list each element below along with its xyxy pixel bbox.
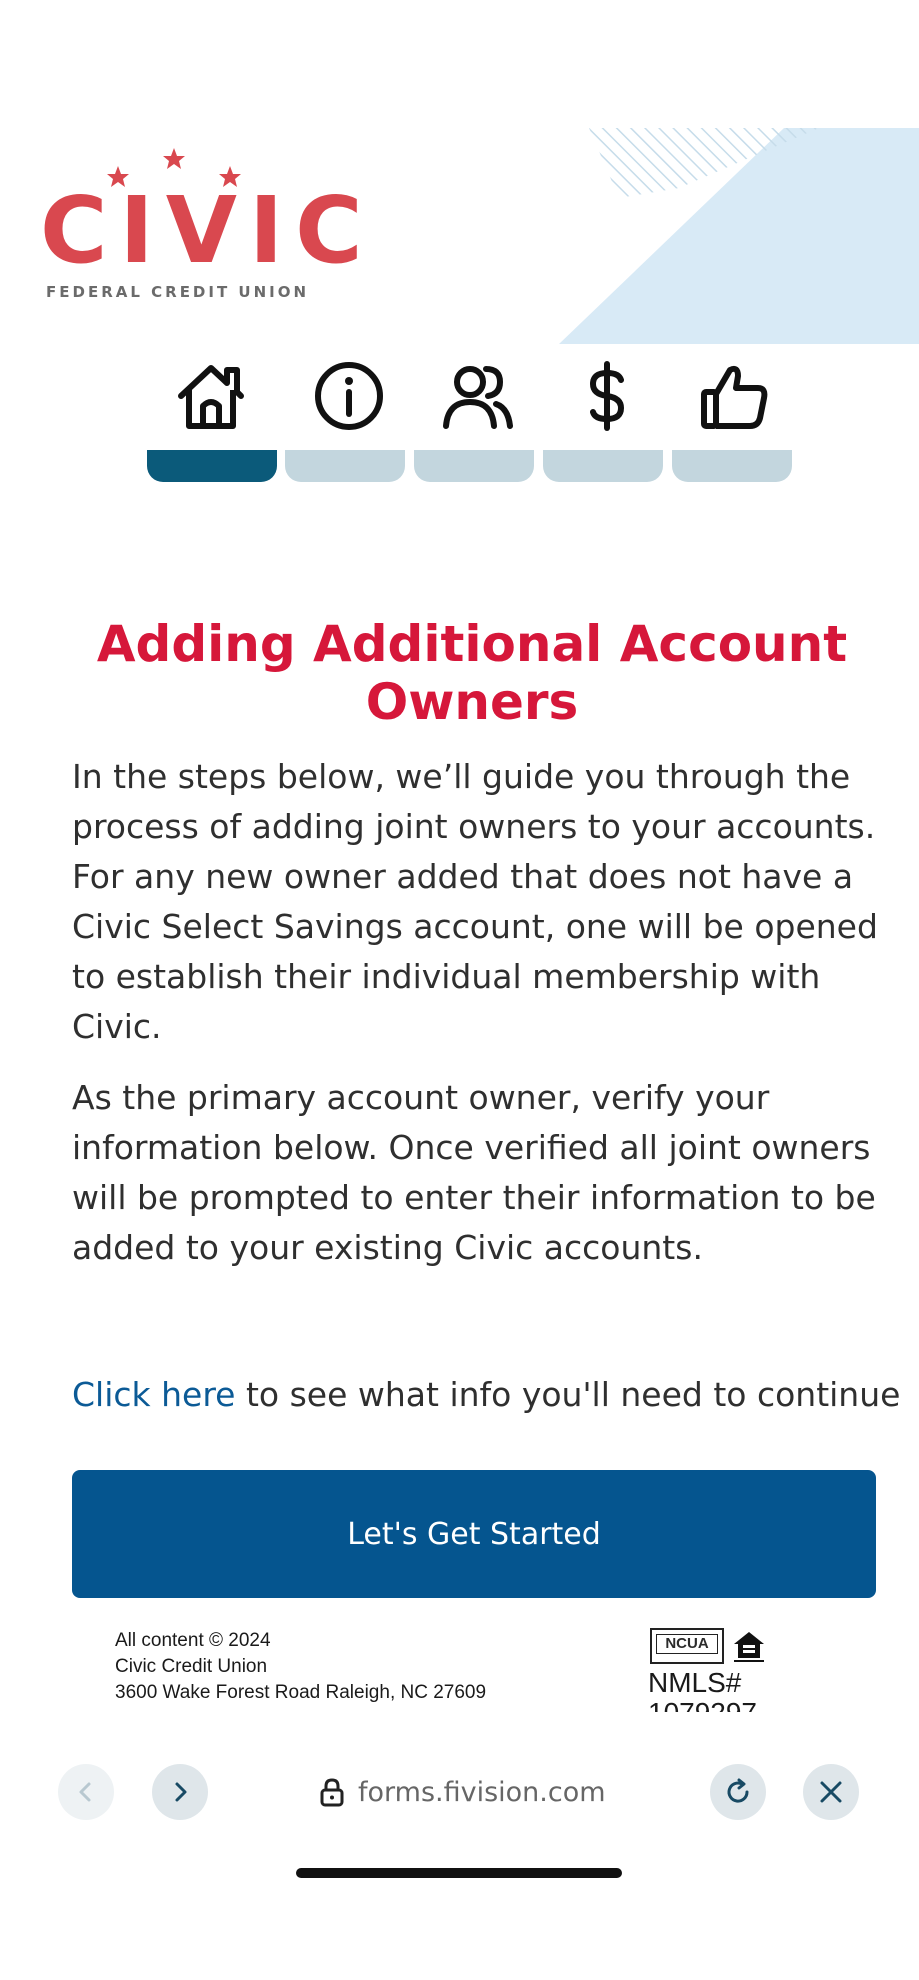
- equal-housing-icon: [734, 1632, 764, 1662]
- info-icon: [315, 362, 383, 430]
- info-line-text: to see what info you'll need to continue: [235, 1375, 901, 1414]
- step-owners[interactable]: [414, 360, 534, 482]
- step-confirm[interactable]: [672, 360, 792, 482]
- copyright-text: All content © 2024: [115, 1630, 271, 1651]
- logo-wordmark: CIVIC: [40, 177, 375, 284]
- address-text: 3600 Wake Forest Road Raleigh, NC 27609: [115, 1682, 487, 1703]
- home-indicator[interactable]: [296, 1868, 622, 1878]
- step-indicator-bar: [147, 450, 277, 482]
- logo-subtitle: FEDERAL CREDIT UNION: [46, 283, 310, 301]
- url-text: forms.fivision.com: [358, 1776, 606, 1808]
- step-indicator-bar: [543, 450, 663, 482]
- get-started-button[interactable]: Let's Get Started: [72, 1470, 876, 1598]
- close-icon: [820, 1781, 842, 1803]
- lock-icon: [320, 1778, 344, 1807]
- page-title: Adding Additional Account Owners: [96, 615, 848, 731]
- verify-paragraph: As the primary account owner, verify you…: [72, 1078, 876, 1267]
- forward-button[interactable]: [152, 1764, 208, 1820]
- reload-button[interactable]: [710, 1764, 766, 1820]
- footer-info: All content © 2024 Civic Credit Union 36…: [115, 1628, 486, 1706]
- browser-toolbar: [0, 1712, 919, 1980]
- step-indicator-bar: [414, 450, 534, 482]
- ncua-label: NCUA: [656, 1634, 718, 1654]
- back-button[interactable]: [58, 1764, 114, 1820]
- ncua-badge: NCUA: [650, 1628, 724, 1664]
- thumbs-up-icon: [701, 365, 768, 429]
- step-indicator-bar: [285, 450, 405, 482]
- chevron-right-icon: [175, 1782, 187, 1802]
- info-line: Click here to see what info you'll need …: [72, 1370, 902, 1420]
- url-bar[interactable]: forms.fivision.com: [320, 1772, 606, 1812]
- home-icon: [178, 365, 244, 429]
- step-home[interactable]: [147, 360, 277, 482]
- users-icon: [443, 366, 513, 429]
- banner-decoration: [559, 128, 919, 344]
- click-here-link[interactable]: Click here: [72, 1375, 236, 1414]
- chevron-left-icon: [79, 1782, 91, 1802]
- step-indicator-bar: [672, 450, 792, 482]
- close-button[interactable]: [803, 1764, 859, 1820]
- page-header: CIVIC FEDERAL CREDIT UNION: [0, 0, 919, 345]
- nmls-label: NMLS#: [648, 1667, 742, 1698]
- civic-logo[interactable]: CIVIC FEDERAL CREDIT UNION: [30, 140, 375, 310]
- intro-paragraph: In the steps below, we’ll guide you thro…: [72, 757, 878, 1046]
- dollar-icon: [589, 361, 625, 431]
- org-name: Civic Credit Union: [115, 1656, 268, 1677]
- step-info[interactable]: [285, 360, 405, 482]
- reload-icon: [727, 1778, 749, 1803]
- progress-steps: [147, 360, 792, 482]
- get-started-label: Let's Get Started: [347, 1516, 601, 1552]
- step-funding[interactable]: [543, 360, 663, 482]
